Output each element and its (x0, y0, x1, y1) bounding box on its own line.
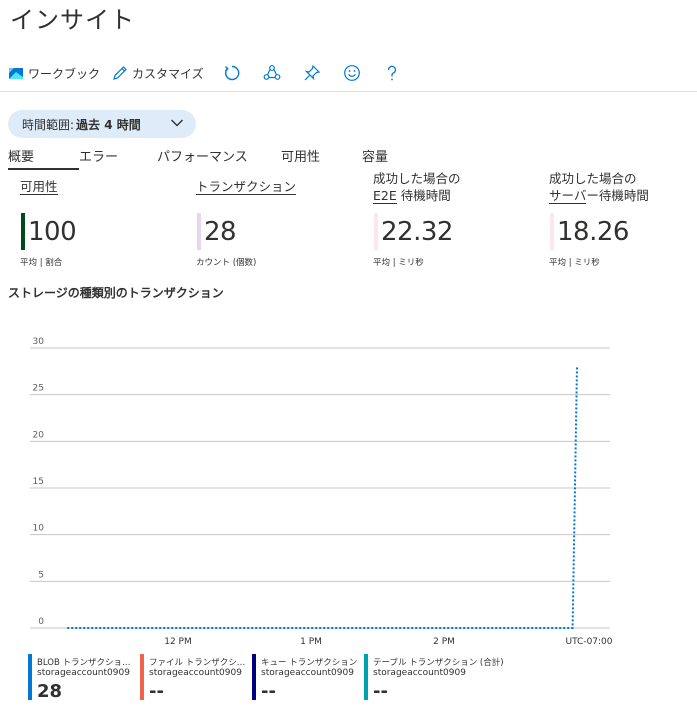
legend-item-file[interactable]: ファイル トランザクション storageaccount0909 -- (140, 652, 250, 702)
metric-color-bar (374, 213, 378, 250)
legend-value: -- (261, 681, 276, 702)
y-tick-label: 20 (33, 430, 45, 440)
pencil-icon (113, 66, 127, 80)
x-tick-label: 1 PM (300, 637, 322, 647)
tab-overview[interactable]: 概要 (8, 146, 79, 170)
legend-account: storageaccount0909 (37, 668, 130, 678)
metric-title-rest: 待機時間 (396, 188, 451, 203)
metric-title-underlined: サーバ (549, 188, 587, 204)
x-tick-label: UTC-07:00 (565, 637, 612, 647)
legend-series-name: キュー トランザクション (261, 658, 358, 668)
refresh-button[interactable] (221, 62, 243, 84)
pin-button[interactable] (301, 62, 323, 84)
time-range-label: 時間範囲: (22, 117, 75, 132)
toolbar: ワークブック カスタマイズ (8, 60, 416, 86)
legend-item-blob[interactable]: BLOB トランザクション (合計) storageaccount0909 28 (28, 652, 138, 702)
share-button[interactable] (261, 62, 283, 84)
metric-subtitle: 平均 | ミリ秒 (373, 258, 424, 268)
workbook-label: ワークブック (28, 66, 101, 81)
legend-color-bar (140, 654, 144, 700)
y-tick-label: 15 (33, 477, 44, 487)
share-icon (263, 65, 281, 80)
metric-value: 28 (204, 216, 237, 247)
x-tick-label: 12 PM (164, 637, 192, 647)
chart-title: ストレージの種類別のトランザクション (8, 286, 224, 300)
legend-color-bar (252, 654, 256, 700)
tab-errors[interactable]: エラー (79, 146, 157, 170)
x-tick-label: 2 PM (433, 637, 455, 647)
metric-transactions[interactable]: トランザクション 28 カウント (個数) (196, 170, 356, 270)
legend-value: -- (149, 681, 164, 702)
metric-value: 18.26 (557, 216, 629, 247)
metric-title-underlined: E2E (373, 188, 397, 204)
metric-e2e-latency[interactable]: 成功した場合の E2E 待機時間 22.32 平均 | ミリ秒 (373, 170, 533, 270)
legend-account: storageaccount0909 (261, 668, 354, 678)
legend-value: 28 (37, 681, 63, 702)
legend-series-name: ファイル トランザクション (149, 658, 250, 668)
tab-capacity[interactable]: 容量 (362, 146, 402, 170)
customize-button[interactable]: カスタマイズ (112, 65, 204, 82)
legend-item-table[interactable]: テーブル トランザクション (合計) storageaccount0909 -- (364, 652, 504, 702)
time-range-value: 過去 4 時間 (76, 117, 141, 132)
tab-performance[interactable]: パフォーマンス (157, 146, 281, 170)
legend-account: storageaccount0909 (373, 668, 466, 678)
metric-subtitle: カウント (個数) (196, 258, 257, 268)
chevron-down-icon (171, 119, 183, 127)
metric-subtitle: 平均 | 割合 (20, 258, 63, 268)
series-line (67, 366, 578, 629)
metric-color-bar (21, 213, 25, 250)
metric-value: 100 (28, 216, 77, 247)
transactions-line-chart[interactable]: 30 25 20 15 10 5 0 12 PM 1 PM 2 PM UTC-07:00 (0, 330, 697, 650)
metric-title: 可用性 (20, 179, 58, 195)
legend-account: storageaccount0909 (149, 668, 242, 678)
metric-title: トランザクション (196, 179, 297, 195)
workbook-button[interactable]: ワークブック (8, 65, 100, 82)
metric-server-latency[interactable]: 成功した場合の サーバー待機時間 18.26 平均 | ミリ秒 (549, 170, 697, 270)
y-tick-label: 10 (33, 524, 45, 534)
legend-color-bar (364, 654, 368, 700)
metric-title-line1: 成功した場合の (549, 171, 637, 186)
legend-series-name: テーブル トランザクション (合計) (373, 658, 504, 668)
workbook-icon (9, 68, 23, 79)
page-title: インサイト (10, 6, 135, 34)
metric-value: 22.32 (381, 216, 453, 247)
y-tick-label: 0 (38, 617, 44, 627)
smiley-icon (343, 65, 360, 81)
tab-bar: 概要 エラー パフォーマンス 可用性 容量 (8, 146, 402, 170)
metric-color-bar (550, 213, 554, 250)
feedback-button[interactable] (341, 62, 363, 84)
pin-icon (304, 64, 320, 81)
metric-subtitle: 平均 | ミリ秒 (549, 258, 600, 268)
customize-label: カスタマイズ (132, 66, 204, 81)
legend-series-name: BLOB トランザクション (合計) (37, 658, 138, 668)
metric-color-bar (197, 213, 201, 250)
tab-availability[interactable]: 可用性 (281, 146, 362, 170)
toolbar-divider (0, 91, 697, 92)
metric-title-rest: ー待機時間 (586, 188, 649, 203)
help-icon (387, 65, 396, 81)
time-range-picker[interactable]: 時間範囲: 過去 4 時間 (8, 110, 196, 138)
legend-value: -- (373, 681, 388, 702)
help-button[interactable] (381, 62, 403, 84)
y-tick-label: 30 (33, 337, 45, 347)
y-tick-label: 5 (38, 570, 44, 580)
refresh-icon (224, 65, 240, 81)
y-tick-label: 25 (33, 384, 44, 394)
metric-title-line1: 成功した場合の (373, 171, 461, 186)
legend-color-bar (28, 654, 32, 700)
metric-availability[interactable]: 可用性 100 平均 | 割合 (20, 170, 180, 270)
legend-item-queue[interactable]: キュー トランザクション storageaccount0909 -- (252, 652, 362, 702)
